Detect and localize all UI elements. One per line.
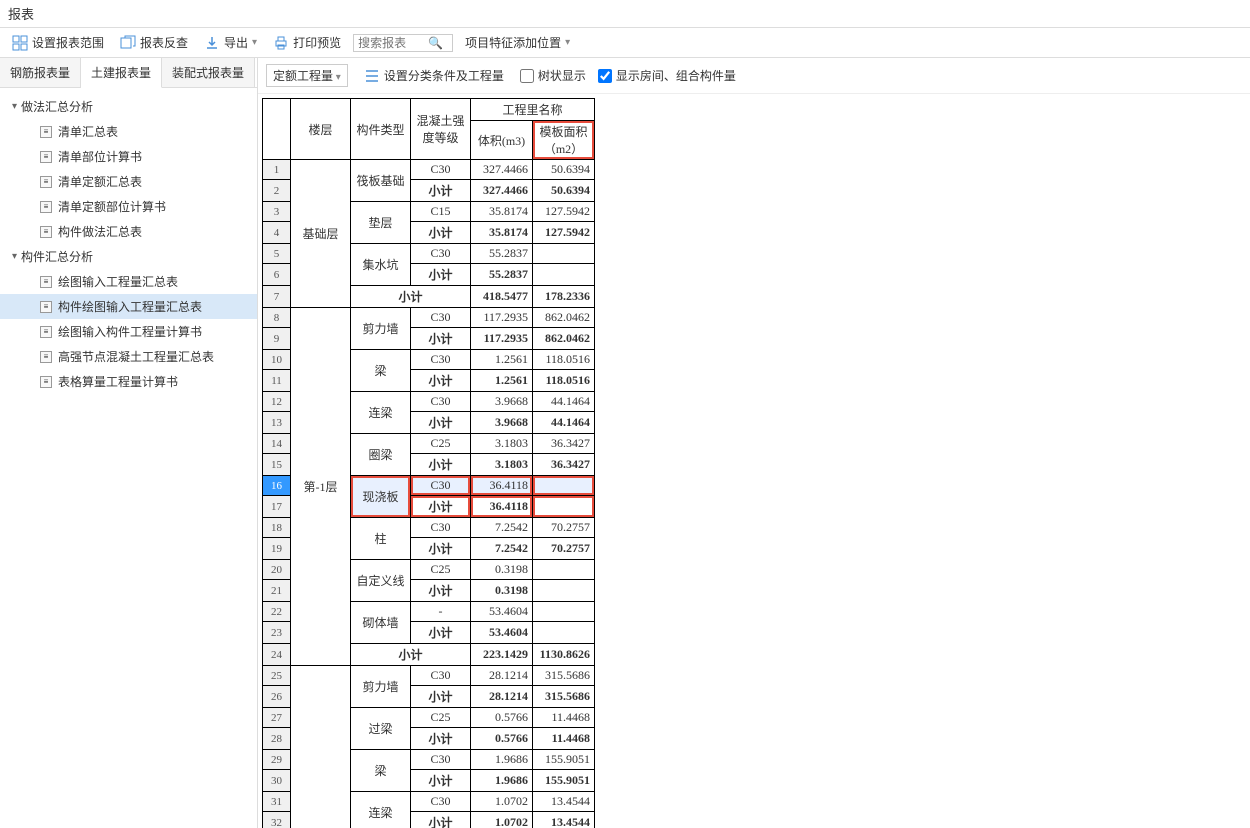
- report-tabs: 钢筋报表量土建报表量装配式报表量: [0, 58, 257, 88]
- feature-position-dropdown[interactable]: 项目特征添加位置: [461, 32, 574, 53]
- row-number: 10: [263, 350, 291, 370]
- tree-item[interactable]: ≡构件做法汇总表: [0, 219, 257, 244]
- doc-icon: ≡: [40, 151, 52, 163]
- row-number: 22: [263, 602, 291, 622]
- row-number: 19: [263, 538, 291, 560]
- row-number: 2: [263, 180, 291, 202]
- row-number: 15: [263, 454, 291, 476]
- search-report-input[interactable]: [358, 36, 428, 50]
- tab-0[interactable]: 钢筋报表量: [0, 58, 81, 87]
- list-icon: [364, 68, 380, 84]
- tree-item[interactable]: ≡清单定额汇总表: [0, 169, 257, 194]
- export-button[interactable]: 导出: [200, 32, 261, 53]
- row-number: 9: [263, 328, 291, 350]
- row-number: 30: [263, 770, 291, 792]
- doc-icon: ≡: [40, 326, 52, 338]
- show-room-checkbox[interactable]: 显示房间、组合构件量: [598, 67, 736, 84]
- tree-item[interactable]: ≡清单汇总表: [0, 119, 257, 144]
- doc-icon: ≡: [40, 126, 52, 138]
- row-number: 7: [263, 286, 291, 308]
- tree-item[interactable]: ≡清单定额部位计算书: [0, 194, 257, 219]
- row-number: 13: [263, 412, 291, 434]
- row-number: 4: [263, 222, 291, 244]
- search-icon: 🔍: [428, 36, 443, 50]
- col-floor: 楼层: [291, 99, 351, 160]
- col-qty-name: 工程里名称: [471, 99, 595, 121]
- row-number: 17: [263, 496, 291, 518]
- tree-item[interactable]: ≡构件绘图输入工程量汇总表: [0, 294, 257, 319]
- row-number: 16: [263, 476, 291, 496]
- row-number: 1: [263, 160, 291, 180]
- tab-1[interactable]: 土建报表量: [81, 58, 162, 88]
- report-tree: ▾做法汇总分析≡清单汇总表≡清单部位计算书≡清单定额汇总表≡清单定额部位计算书≡…: [0, 88, 257, 828]
- corner-cell: [263, 99, 291, 160]
- row-number: 26: [263, 686, 291, 708]
- title-bar: 报表: [0, 0, 1250, 28]
- tree-item[interactable]: ≡绘图输入构件工程量计算书: [0, 319, 257, 344]
- tree-group[interactable]: ▾构件汇总分析: [0, 244, 257, 269]
- doc-icon: ≡: [40, 226, 52, 238]
- row-number: 14: [263, 434, 291, 454]
- doc-icon: ≡: [40, 176, 52, 188]
- quantity-type-select[interactable]: 定额工程量: [266, 64, 348, 87]
- table-container[interactable]: 楼层 构件类型 混凝土强度等级 工程里名称 体积(m3) 模板面积（m2） 1基…: [258, 94, 1250, 828]
- row-number: 25: [263, 666, 291, 686]
- tree-item[interactable]: ≡绘图输入工程量汇总表: [0, 269, 257, 294]
- col-concrete: 混凝土强度等级: [411, 99, 471, 160]
- filter-bar: 定额工程量 设置分类条件及工程量 树状显示 显示房间、组合构件量: [258, 58, 1250, 94]
- content-area: 定额工程量 设置分类条件及工程量 树状显示 显示房间、组合构件量 楼层: [258, 58, 1250, 828]
- tree-group[interactable]: ▾做法汇总分析: [0, 94, 257, 119]
- row-number: 6: [263, 264, 291, 286]
- row-number: 29: [263, 750, 291, 770]
- col-formwork: 模板面积（m2）: [533, 121, 595, 160]
- col-volume: 体积(m3): [471, 121, 533, 160]
- sidebar: 钢筋报表量土建报表量装配式报表量 ▾做法汇总分析≡清单汇总表≡清单部位计算书≡清…: [0, 58, 258, 828]
- table-row[interactable]: 25剪力墙C3028.1214315.5686: [263, 666, 595, 686]
- col-comp-type: 构件类型: [351, 99, 411, 160]
- quantity-table: 楼层 构件类型 混凝土强度等级 工程里名称 体积(m3) 模板面积（m2） 1基…: [262, 98, 595, 828]
- table-row[interactable]: 8第-1层剪力墙C30117.2935862.0462: [263, 308, 595, 328]
- tab-2[interactable]: 装配式报表量: [162, 58, 255, 87]
- doc-icon: ≡: [40, 376, 52, 388]
- export-icon: [204, 35, 220, 51]
- report-recheck-button[interactable]: 报表反查: [116, 32, 192, 53]
- caret-icon: ▾: [12, 101, 17, 112]
- row-number: 24: [263, 644, 291, 666]
- row-number: 12: [263, 392, 291, 412]
- row-number: 8: [263, 308, 291, 328]
- doc-icon: ≡: [40, 201, 52, 213]
- print-preview-button[interactable]: 打印预览: [269, 32, 345, 53]
- toolbar: 设置报表范围 报表反查 导出 打印预览 🔍 项目特征添加位置: [0, 28, 1250, 58]
- row-number: 11: [263, 370, 291, 392]
- row-number: 28: [263, 728, 291, 750]
- tree-item[interactable]: ≡表格算量工程量计算书: [0, 369, 257, 394]
- row-number: 27: [263, 708, 291, 728]
- tree-display-checkbox[interactable]: 树状显示: [520, 67, 586, 84]
- recheck-icon: [120, 35, 136, 51]
- row-number: 23: [263, 622, 291, 644]
- row-number: 31: [263, 792, 291, 812]
- row-number: 20: [263, 560, 291, 580]
- set-report-range-button[interactable]: 设置报表范围: [8, 32, 108, 53]
- row-number: 3: [263, 202, 291, 222]
- tree-item[interactable]: ≡清单部位计算书: [0, 144, 257, 169]
- grid-icon: [12, 35, 28, 51]
- caret-icon: ▾: [12, 251, 17, 262]
- search-report-box[interactable]: 🔍: [353, 34, 453, 52]
- row-number: 21: [263, 580, 291, 602]
- window-title: 报表: [8, 7, 34, 22]
- doc-icon: ≡: [40, 301, 52, 313]
- print-icon: [273, 35, 289, 51]
- tree-item[interactable]: ≡高强节点混凝土工程量汇总表: [0, 344, 257, 369]
- set-classify-button[interactable]: 设置分类条件及工程量: [360, 65, 508, 86]
- row-number: 5: [263, 244, 291, 264]
- doc-icon: ≡: [40, 351, 52, 363]
- doc-icon: ≡: [40, 276, 52, 288]
- row-number: 18: [263, 518, 291, 538]
- table-row[interactable]: 1基础层筏板基础C30327.446650.6394: [263, 160, 595, 180]
